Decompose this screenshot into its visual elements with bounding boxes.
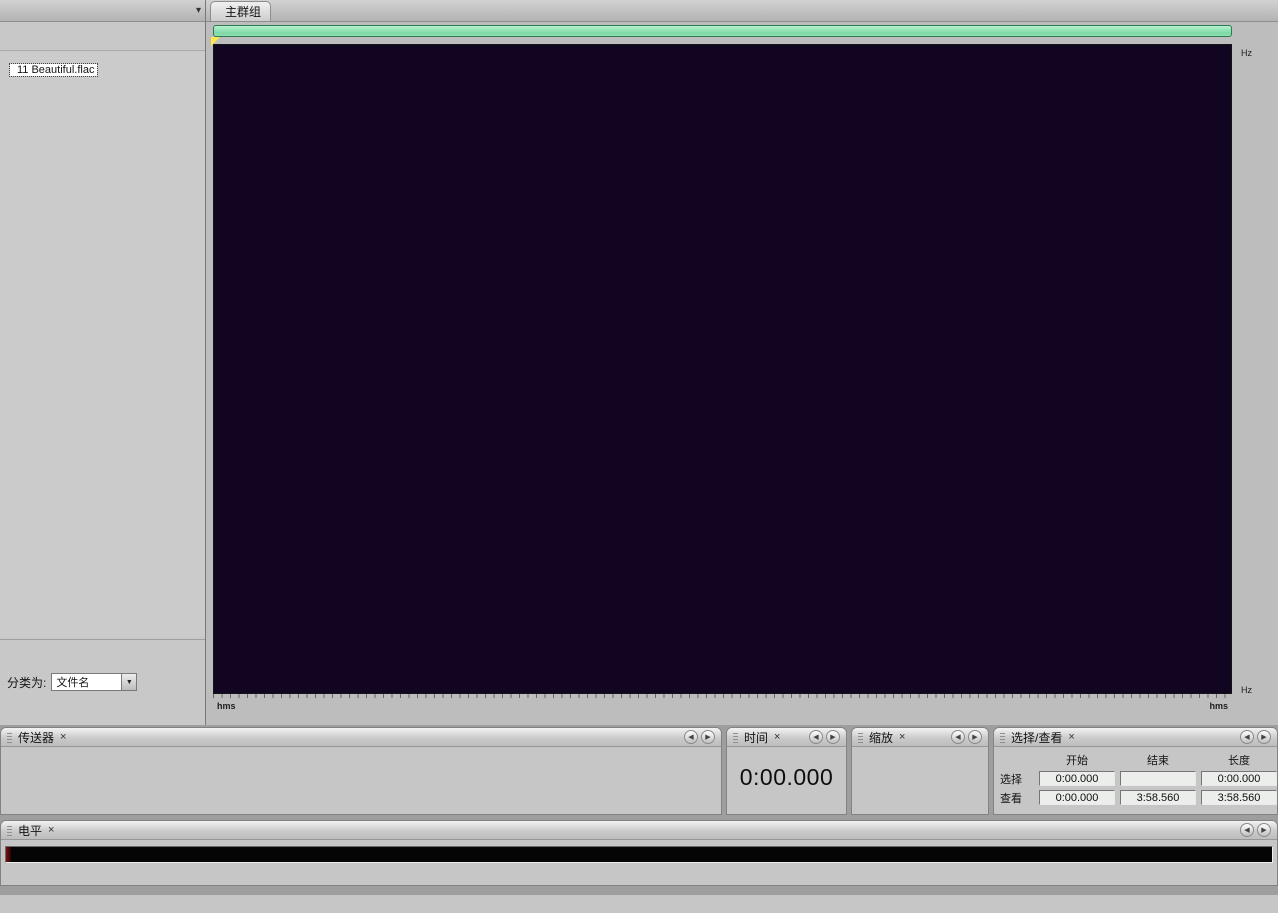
panel-grip [7,825,12,836]
levels-close-button[interactable]: × [48,824,54,836]
panel-title: 时间 [744,729,768,746]
zoom-buttons [852,747,988,755]
panel-prev-button[interactable]: ◀ [809,730,823,744]
zoom-panel: 缩放 × ◀ ▶ [851,727,989,815]
frequency-ruler[interactable]: Hz Hz [1232,44,1278,696]
view-end-field[interactable]: 3:58.560 [1120,790,1196,805]
zoom-close-button[interactable]: × [899,731,905,743]
spectral-display[interactable] [213,44,1232,694]
panel-title: 选择/查看 [1011,729,1062,746]
files-toolbar [0,23,205,51]
panel-next-button[interactable]: ▶ [701,730,715,744]
spectrogram-canvas[interactable] [214,45,1231,693]
panel-prev-button[interactable]: ◀ [1240,823,1254,837]
panel-next-button[interactable]: ▶ [826,730,840,744]
time-close-button[interactable]: × [774,731,780,743]
preview-controls [0,639,205,667]
time-display: 0:00.000 [727,764,846,791]
panel-next-button[interactable]: ▶ [968,730,982,744]
file-name: 11 Beautiful.flac [17,64,94,76]
view-length-field[interactable]: 3:58.560 [1201,790,1277,805]
tab-main-group[interactable]: 主群组 [210,1,271,21]
panel-prev-button[interactable]: ◀ [951,730,965,744]
sort-label: 分类为: [7,674,46,691]
panel-menu-icon[interactable]: ▾ [196,5,201,16]
selection-view-panel: 选择/查看 × ◀ ▶ 开始 结束 长度 选择 0:00.000 0:00.00… [993,727,1278,815]
time-unit-label: hms [1209,701,1228,711]
sort-value: 文件名 [56,674,89,690]
panel-grip [733,732,738,743]
view-start-field[interactable]: 0:00.000 [1039,790,1115,805]
column-header-end: 结束 [1120,752,1196,768]
main-group-panel: 主群组 Hz Hz hms hms [206,0,1278,725]
selection-panel-header: 选择/查看 × ◀ ▶ [994,728,1277,747]
time-ruler[interactable]: hms hms [213,694,1232,714]
panel-title: 缩放 [869,729,893,746]
file-list[interactable]: 11 Beautiful.flac [0,52,205,637]
zoom-panel-header: 缩放 × ◀ ▶ [852,728,988,747]
levels-panel-header: 电平 × ◀ ▶ [1,821,1277,840]
panel-grip [858,732,863,743]
level-meter[interactable] [5,846,1273,863]
transport-panel: 传送器 × ◀ ▶ [0,727,722,815]
tab-main-group-label: 主群组 [225,3,261,20]
main-group-tab-strip: 主群组 [206,0,1278,22]
row-label-view: 查看 [1000,790,1034,806]
selection-table: 开始 结束 长度 选择 0:00.000 0:00.000 查看 0:00.00… [994,747,1277,806]
selection-close-button[interactable]: × [1068,731,1074,743]
transport-panel-header: 传送器 × ◀ ▶ [1,728,721,747]
time-panel: 时间 × ◀ ▶ 0:00.000 [726,727,847,815]
time-unit-label: hms [217,701,236,711]
status-bar [0,895,1278,913]
overview-navigator[interactable] [213,25,1232,37]
column-header-length: 长度 [1201,752,1277,768]
file-item[interactable]: 11 Beautiful.flac [10,64,97,76]
row-label-selection: 选择 [1000,771,1034,787]
panel-next-button[interactable]: ▶ [1257,730,1271,744]
column-header-start: 开始 [1039,752,1115,768]
selection-end-field[interactable] [1120,771,1196,786]
level-meter-fill [6,847,11,862]
transport-buttons [1,747,721,756]
sort-row: 分类为: 文件名 ▼ [0,669,205,695]
panel-grip [1000,732,1005,743]
transport-close-button[interactable]: × [60,731,66,743]
files-panel-tab-strip: ▾ [0,0,205,22]
time-panel-header: 时间 × ◀ ▶ [727,728,846,747]
freq-unit-label: Hz [1241,685,1252,695]
panel-prev-button[interactable]: ◀ [1240,730,1254,744]
sort-dropdown[interactable]: 文件名 ▼ [51,673,137,691]
panel-title: 传送器 [18,729,54,746]
dropdown-arrow-icon[interactable]: ▼ [121,674,136,690]
selection-start-field[interactable]: 0:00.000 [1039,771,1115,786]
selection-length-field[interactable]: 0:00.000 [1201,771,1277,786]
panel-title: 电平 [18,822,42,839]
panel-next-button[interactable]: ▶ [1257,823,1271,837]
levels-panel: 电平 × ◀ ▶ [0,820,1278,886]
panel-prev-button[interactable]: ◀ [684,730,698,744]
view-toggles [0,697,205,723]
files-panel: ▾ 11 Beautiful.flac 分类为: 文件名 ▼ [0,0,206,725]
freq-unit-label: Hz [1241,48,1252,58]
panel-grip [7,732,12,743]
